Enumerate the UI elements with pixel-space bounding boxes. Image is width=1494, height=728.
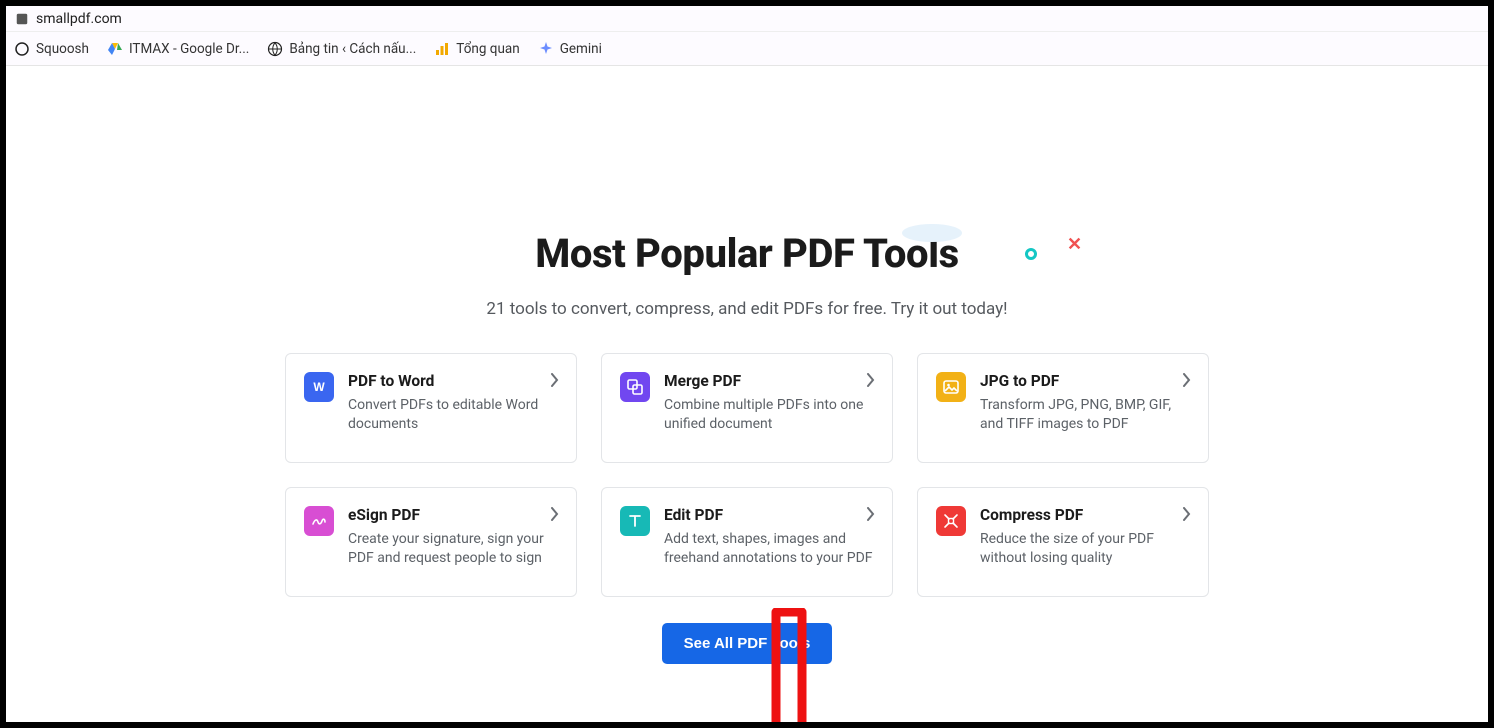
tool-card-jpg-to-pdf[interactable]: JPG to PDF Transform JPG, PNG, BMP, GIF,…	[917, 353, 1209, 463]
tool-desc: Add text, shapes, images and freehand an…	[664, 530, 874, 568]
tool-card-esign-pdf[interactable]: eSign PDF Create your signature, sign yo…	[285, 487, 577, 597]
squoosh-icon	[14, 41, 30, 57]
address-bar[interactable]: smallpdf.com	[6, 6, 1488, 32]
tool-card-pdf-to-word[interactable]: W PDF to Word Convert PDFs to editable W…	[285, 353, 577, 463]
chevron-right-icon	[866, 506, 876, 525]
bookmark-label: Tổng quan	[456, 41, 519, 57]
tool-title: Edit PDF	[664, 506, 874, 524]
address-url: smallpdf.com	[36, 11, 122, 27]
see-all-tools-button[interactable]: See All PDF Tools	[662, 623, 833, 664]
chevron-right-icon	[1182, 372, 1192, 391]
image-icon	[936, 372, 966, 402]
text-icon	[620, 506, 650, 536]
decoration-circle	[1025, 248, 1037, 260]
tool-desc: Combine multiple PDFs into one unified d…	[664, 396, 874, 434]
globe-icon	[267, 41, 283, 57]
tool-title: eSign PDF	[348, 506, 558, 524]
tool-card-merge-pdf[interactable]: Merge PDF Combine multiple PDFs into one…	[601, 353, 893, 463]
bookmark-label: Gemini	[560, 41, 602, 57]
decoration-x: ✕	[1067, 234, 1082, 255]
bookmark-label: Bảng tin ‹ Cách nấu...	[289, 41, 416, 57]
word-icon: W	[304, 372, 334, 402]
bookmark-label: Squoosh	[36, 41, 89, 57]
tool-title: PDF to Word	[348, 372, 558, 390]
gemini-icon	[538, 41, 554, 57]
chevron-right-icon	[866, 372, 876, 391]
signature-icon	[304, 506, 334, 536]
bookmark-squoosh[interactable]: Squoosh	[14, 41, 89, 57]
bookmark-bangtin[interactable]: Bảng tin ‹ Cách nấu...	[267, 41, 416, 57]
hero-subtitle: 21 tools to convert, compress, and edit …	[6, 299, 1488, 319]
chevron-right-icon	[1182, 506, 1192, 525]
tool-card-edit-pdf[interactable]: Edit PDF Add text, shapes, images and fr…	[601, 487, 893, 597]
page-content: ✕ Most Popular PDF Tools 21 tools to con…	[6, 230, 1488, 722]
merge-icon	[620, 372, 650, 402]
compress-icon	[936, 506, 966, 536]
tool-title: Merge PDF	[664, 372, 874, 390]
tool-desc: Transform JPG, PNG, BMP, GIF, and TIFF i…	[980, 396, 1190, 434]
tool-title: JPG to PDF	[980, 372, 1190, 390]
tool-desc: Create your signature, sign your PDF and…	[348, 530, 558, 568]
cta-wrap: See All PDF Tools	[6, 623, 1488, 664]
chevron-right-icon	[550, 506, 560, 525]
tool-desc: Reduce the size of your PDF without losi…	[980, 530, 1190, 568]
chevron-right-icon	[550, 372, 560, 391]
tool-desc: Convert PDFs to editable Word documents	[348, 396, 558, 434]
tool-card-compress-pdf[interactable]: Compress PDF Reduce the size of your PDF…	[917, 487, 1209, 597]
viewport: smallpdf.com Squoosh ITMAX - Google Dr..…	[6, 6, 1488, 722]
hero-title: Most Popular PDF Tools	[6, 230, 1488, 277]
bookmark-label: ITMAX - Google Dr...	[129, 41, 249, 57]
site-icon	[16, 13, 28, 25]
tool-title: Compress PDF	[980, 506, 1190, 524]
bookmarks-bar: Squoosh ITMAX - Google Dr... Bảng tin ‹ …	[6, 32, 1488, 66]
bookmark-tongquan[interactable]: Tổng quan	[434, 41, 519, 57]
analytics-icon	[434, 41, 450, 57]
decoration-blob	[902, 224, 962, 242]
bookmark-gemini[interactable]: Gemini	[538, 41, 602, 57]
gdrive-icon	[107, 41, 123, 57]
bookmark-itmax[interactable]: ITMAX - Google Dr...	[107, 41, 249, 57]
tools-grid: W PDF to Word Convert PDFs to editable W…	[285, 353, 1209, 597]
svg-text:W: W	[313, 380, 325, 394]
